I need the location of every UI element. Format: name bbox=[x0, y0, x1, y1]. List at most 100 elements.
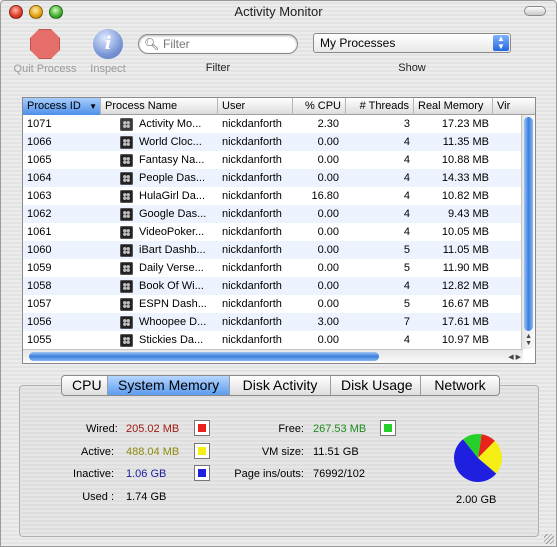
vertical-scroll-thumb[interactable] bbox=[524, 117, 533, 331]
table-row[interactable]: 1066 World Cloc... nickdanforth 0.00 4 11.35 … bbox=[23, 133, 523, 151]
cell-pid: 1060 bbox=[27, 244, 52, 256]
active-value: 488.04 MB bbox=[126, 446, 180, 458]
column-header-user[interactable]: User bbox=[218, 98, 293, 115]
wired-color-swatch[interactable] bbox=[194, 420, 210, 436]
filter-input[interactable] bbox=[163, 37, 293, 51]
cell-mem: 12.82 MB bbox=[441, 280, 489, 292]
cell-threads: 4 bbox=[403, 154, 410, 166]
cell-user: nickdanforth bbox=[222, 190, 282, 202]
cell-threads: 4 bbox=[403, 226, 410, 238]
inspect-label: Inspect bbox=[90, 63, 126, 75]
table-row[interactable]: 1057 ESPN Dash... nickdanforth 0.00 5 16.67 M… bbox=[23, 295, 523, 313]
cell-pid: 1071 bbox=[27, 118, 52, 130]
cell-mem: 9.43 MB bbox=[448, 208, 489, 220]
filter-search-field[interactable]: 🔍︎ bbox=[138, 34, 298, 54]
cell-threads: 5 bbox=[403, 298, 410, 310]
title-bar[interactable]: Activity Monitor bbox=[1, 1, 556, 23]
cell-threads: 3 bbox=[403, 118, 410, 130]
zoom-button[interactable] bbox=[49, 5, 63, 19]
column-header-threads[interactable]: # Threads bbox=[346, 98, 414, 115]
active-color-swatch[interactable] bbox=[194, 443, 210, 459]
table-row[interactable]: 1071 Activity Mo... nickdanforth 2.30 3 17.23… bbox=[23, 115, 523, 133]
wired-label: Wired: bbox=[86, 423, 118, 435]
page-ins-outs-label: Page ins/outs: bbox=[234, 468, 304, 480]
cell-mem: 10.97 MB bbox=[441, 334, 489, 346]
minimize-button[interactable] bbox=[29, 5, 43, 19]
dashboard-widget-icon bbox=[120, 280, 133, 293]
free-color-swatch[interactable] bbox=[380, 420, 396, 436]
table-row[interactable]: 1058 Book Of Wi... nickdanforth 0.00 4 12.82 … bbox=[23, 277, 523, 295]
vm-size-value: 11.51 GB bbox=[313, 446, 359, 458]
horizontal-scroll-arrows-icon[interactable]: ◀ ▶ bbox=[508, 353, 521, 361]
cell-user: nickdanforth bbox=[222, 136, 282, 148]
tab-system-memory[interactable]: System Memory bbox=[108, 376, 230, 395]
quit-process-button[interactable]: Quit Process bbox=[9, 29, 81, 75]
cell-mem: 16.67 MB bbox=[441, 298, 489, 310]
table-header: Process ID ▼ Process Name User % CPU # Th… bbox=[23, 98, 535, 115]
cell-pid: 1062 bbox=[27, 208, 52, 220]
cell-cpu: 3.00 bbox=[317, 316, 339, 328]
vertical-scrollbar[interactable]: ▲ ▼ bbox=[521, 115, 535, 349]
tab-cpu[interactable]: CPU bbox=[62, 376, 108, 395]
sort-descending-icon: ▼ bbox=[89, 102, 97, 111]
table-row[interactable]: 1062 Google Das... nickdanforth 0.00 4 9.43 M… bbox=[23, 205, 523, 223]
cell-threads: 4 bbox=[403, 208, 410, 220]
cell-pid: 1061 bbox=[27, 226, 52, 238]
close-button[interactable] bbox=[9, 5, 23, 19]
cell-cpu: 0.00 bbox=[317, 244, 339, 256]
resize-grip[interactable] bbox=[544, 534, 554, 544]
cell-user: nickdanforth bbox=[222, 298, 282, 310]
process-table[interactable]: Process ID ▼ Process Name User % CPU # Th… bbox=[22, 97, 536, 364]
stop-sign-icon bbox=[30, 29, 60, 59]
cell-mem: 10.82 MB bbox=[441, 190, 489, 202]
table-row[interactable]: 1065 Fantasy Na... nickdanforth 0.00 4 10.88 … bbox=[23, 151, 523, 169]
cell-name: Daily Verse... bbox=[139, 262, 204, 274]
wired-value: 205.02 MB bbox=[126, 423, 180, 435]
horizontal-scrollbar[interactable]: ◀ ▶ bbox=[23, 349, 523, 363]
toolbar-toggle-button[interactable] bbox=[524, 6, 546, 16]
dashboard-widget-icon bbox=[120, 316, 133, 329]
window-title: Activity Monitor bbox=[234, 4, 323, 19]
tab-network[interactable]: Network bbox=[421, 376, 499, 395]
table-row[interactable]: 1056 Whoopee D... nickdanforth 3.00 7 17.61 M… bbox=[23, 313, 523, 331]
column-header-real-memory[interactable]: Real Memory bbox=[414, 98, 493, 115]
cell-cpu: 16.80 bbox=[311, 190, 339, 202]
column-header-process-id[interactable]: Process ID ▼ bbox=[23, 98, 101, 115]
dashboard-widget-icon bbox=[120, 334, 133, 347]
cell-pid: 1057 bbox=[27, 298, 52, 310]
table-row[interactable]: 1064 People Das... nickdanforth 0.00 4 14.33 … bbox=[23, 169, 523, 187]
activity-monitor-window: Activity Monitor Quit Process i Inspect … bbox=[0, 0, 557, 547]
column-header-virtual-memory[interactable]: Vir bbox=[493, 98, 537, 115]
tab-disk-activity[interactable]: Disk Activity bbox=[230, 376, 331, 395]
cell-user: nickdanforth bbox=[222, 316, 282, 328]
column-header-process-name[interactable]: Process Name bbox=[101, 98, 218, 115]
horizontal-scroll-thumb[interactable] bbox=[29, 352, 379, 361]
cell-name: World Cloc... bbox=[139, 136, 202, 148]
wired-swatch-fill bbox=[198, 424, 206, 432]
table-row[interactable]: 1055 Stickies Da... nickdanforth 0.00 4 10.97… bbox=[23, 331, 523, 349]
cell-user: nickdanforth bbox=[222, 334, 282, 346]
inspect-button[interactable]: i Inspect bbox=[85, 29, 131, 75]
inactive-color-swatch[interactable] bbox=[194, 465, 210, 481]
table-row[interactable]: 1063 HulaGirl Da... nickdanforth 16.80 4 10.8… bbox=[23, 187, 523, 205]
cell-mem: 11.05 MB bbox=[442, 244, 489, 256]
cell-cpu: 0.00 bbox=[317, 262, 339, 274]
cell-threads: 4 bbox=[403, 172, 410, 184]
column-header-cpu[interactable]: % CPU bbox=[293, 98, 346, 115]
show-process-select[interactable]: My Processes ▲ ▼ bbox=[313, 33, 511, 53]
table-row[interactable]: 1060 iBart Dashb... nickdanforth 0.00 5 11.05… bbox=[23, 241, 523, 259]
scroll-arrows-icon[interactable]: ▲ ▼ bbox=[525, 333, 532, 347]
cell-user: nickdanforth bbox=[222, 118, 282, 130]
table-row[interactable]: 1059 Daily Verse... nickdanforth 0.00 5 11.90… bbox=[23, 259, 523, 277]
cell-name: VideoPoker... bbox=[139, 226, 205, 238]
table-row[interactable]: 1061 VideoPoker... nickdanforth 0.00 4 10.05 … bbox=[23, 223, 523, 241]
total-memory-label: 2.00 GB bbox=[456, 494, 497, 506]
tab-disk-usage[interactable]: Disk Usage bbox=[331, 376, 421, 395]
cell-cpu: 0.00 bbox=[317, 280, 339, 292]
free-swatch-fill bbox=[384, 424, 392, 432]
cell-mem: 10.05 MB bbox=[441, 226, 489, 238]
search-icon: 🔍︎ bbox=[144, 37, 160, 51]
show-select-value: My Processes bbox=[320, 36, 396, 50]
page-ins-outs-value: 76992/102 bbox=[313, 468, 365, 480]
cell-mem: 14.33 MB bbox=[441, 172, 489, 184]
